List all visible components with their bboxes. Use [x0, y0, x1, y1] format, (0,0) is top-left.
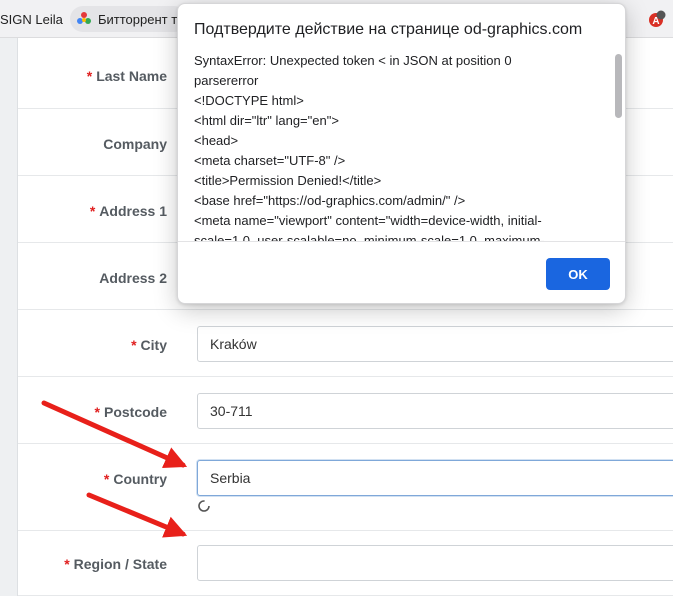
dialog-line: <html dir="ltr" lang="en">: [194, 113, 339, 128]
required-asterisk: *: [64, 556, 70, 572]
field-input[interactable]: 30-711: [197, 393, 673, 429]
field-input[interactable]: Kraków: [197, 326, 673, 362]
field-label-text: Last Name: [96, 68, 167, 84]
bookmark-bittorrent[interactable]: Битторрент т: [70, 6, 188, 32]
confirm-dialog: Подтвердите действие на странице od-grap…: [177, 3, 626, 304]
field-label: Address 2: [99, 270, 167, 286]
dialog-message-text: SyntaxError: Unexpected token < in JSON …: [194, 51, 624, 241]
bookmark-label: SIGN Leila: [0, 11, 63, 27]
required-asterisk: *: [103, 471, 110, 487]
dialog-line: scale=1.0, user-scalable=no, minimum-sca…: [194, 233, 545, 241]
required-asterisk: *: [89, 203, 96, 219]
dialog-line: SyntaxError: Unexpected token < in JSON …: [194, 53, 512, 68]
dialog-title: Подтвердите действие на странице od-grap…: [194, 21, 583, 38]
dialog-line: parsererror: [194, 73, 259, 88]
field-label: * Address 1: [90, 203, 167, 219]
page-left-gutter: [0, 38, 18, 596]
required-asterisk: *: [86, 68, 93, 84]
dialog-line: <meta name="viewport" content="width=dev…: [194, 213, 542, 228]
dialog-divider: [178, 241, 625, 242]
field-input[interactable]: [197, 545, 673, 581]
field-label-text: Region / State: [73, 556, 167, 572]
dialog-line: <base href="https://od-graphics.com/admi…: [194, 193, 466, 208]
field-label: Company: [103, 136, 167, 152]
dialog-line: <head>: [194, 133, 239, 148]
dialog-line: <title>Permission Denied!</title>: [194, 173, 382, 188]
dialog-scrollbar-thumb[interactable]: [615, 54, 622, 118]
bittorrent-icon: [77, 12, 91, 24]
field-label-text: Address 2: [99, 270, 167, 286]
field-label-text: Postcode: [103, 404, 167, 420]
dialog-scrollbar[interactable]: [612, 51, 624, 241]
field-label: * Last Name: [87, 68, 167, 84]
field-label: * City: [131, 337, 167, 353]
field-label: * Postcode: [95, 404, 167, 420]
field-label-text: City: [140, 337, 167, 353]
field-label: * Country: [104, 471, 167, 487]
required-asterisk: *: [94, 404, 100, 420]
extension-icon[interactable]: A: [648, 10, 666, 28]
field-label: * Region / State: [64, 556, 167, 572]
dialog-message[interactable]: SyntaxError: Unexpected token < in JSON …: [194, 51, 624, 241]
required-asterisk: *: [131, 337, 137, 353]
field-label-text: Company: [103, 136, 167, 152]
field-label-text: Address 1: [99, 203, 167, 219]
screenshot: SIGN Leila Битторрент т A * Last Name Comp…: [0, 0, 673, 596]
bookmark-label: Битторрент т: [98, 11, 178, 27]
ok-button[interactable]: OK: [546, 258, 610, 290]
dialog-line: <!DOCTYPE html>: [194, 93, 304, 108]
field-label-text: Country: [113, 471, 167, 487]
dialog-line: <meta charset="UTF-8" />: [194, 153, 346, 168]
loading-spinner-icon: [198, 500, 210, 512]
field-input[interactable]: Serbia: [197, 460, 673, 496]
bookmark-sign-leila[interactable]: SIGN Leila: [0, 6, 63, 32]
